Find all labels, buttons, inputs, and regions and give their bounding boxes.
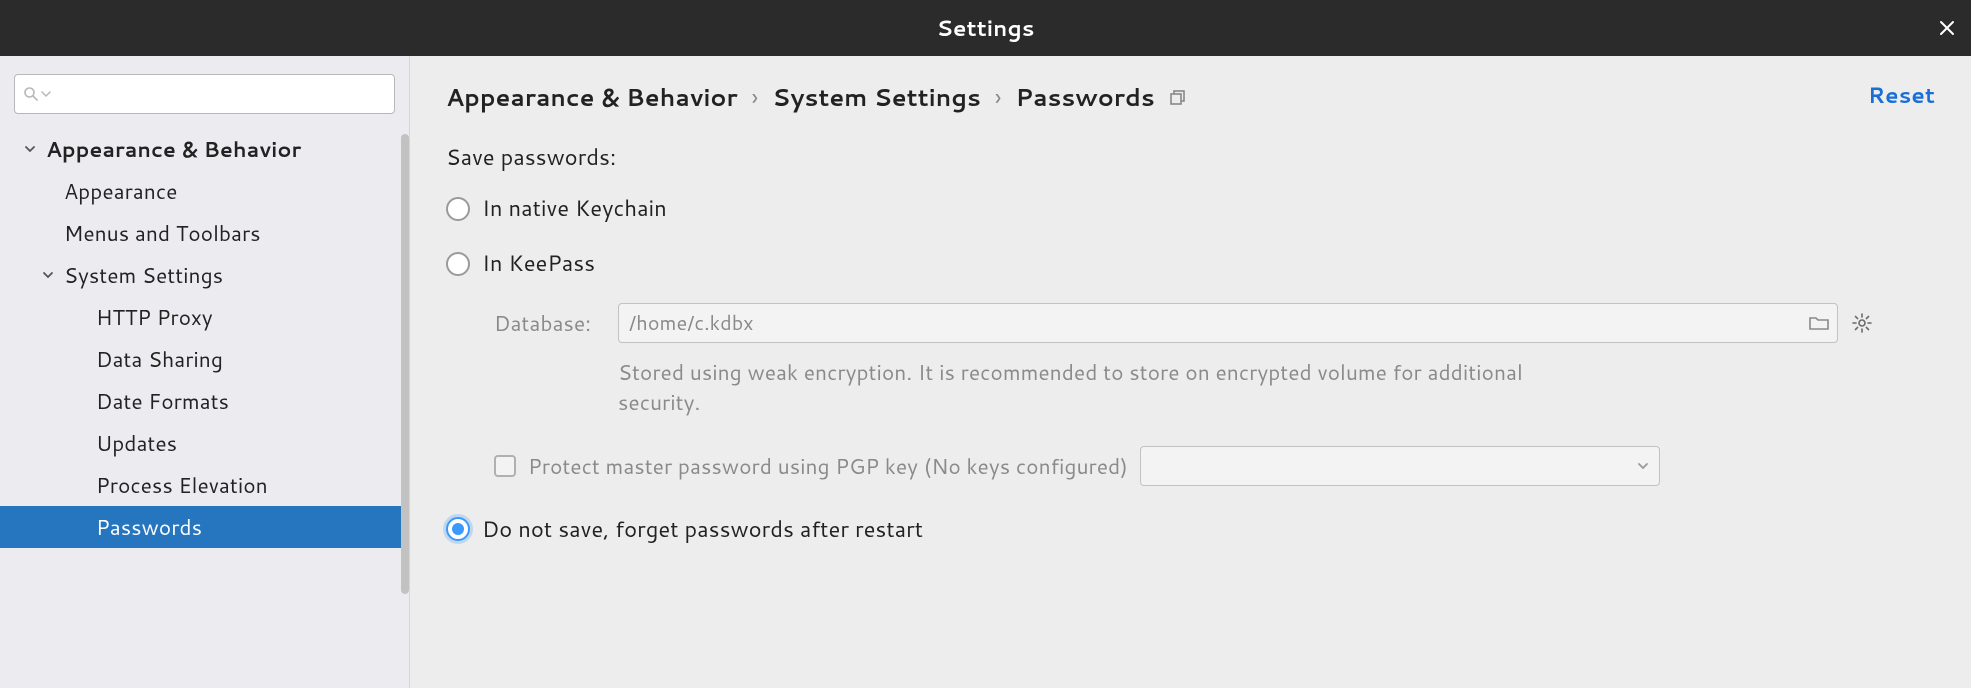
radio-native-keychain[interactable]: In native Keychain bbox=[446, 193, 1935, 224]
close-icon[interactable] bbox=[1939, 20, 1955, 36]
database-row: Database: /home/c.kdbx bbox=[494, 303, 1935, 343]
folder-icon[interactable] bbox=[1809, 315, 1829, 331]
encryption-hint: Stored using weak encryption. It is reco… bbox=[618, 357, 1538, 418]
tree-item-menus-toolbars[interactable]: Menus and Toolbars bbox=[0, 212, 409, 254]
protect-pgp-row: Protect master password using PGP key (N… bbox=[494, 446, 1935, 486]
tree-item-label: Menus and Toolbars bbox=[64, 218, 261, 248]
radio-label: In KeePass bbox=[482, 248, 595, 279]
tree-item-label: Date Formats bbox=[96, 386, 229, 416]
keepass-settings: Database: /home/c.kdbx Stored using weak… bbox=[494, 303, 1935, 486]
breadcrumb-item[interactable]: Passwords bbox=[1015, 80, 1154, 114]
breadcrumb-separator-icon: › bbox=[752, 80, 759, 114]
radio-label: Do not save, forget passwords after rest… bbox=[482, 514, 923, 545]
tree-item-data-sharing[interactable]: Data Sharing bbox=[0, 338, 409, 380]
tree-item-process-elevation[interactable]: Process Elevation bbox=[0, 464, 409, 506]
settings-tree: Appearance & Behavior Appearance Menus a… bbox=[0, 128, 409, 688]
search-wrap bbox=[0, 66, 409, 128]
search-input[interactable] bbox=[14, 74, 395, 114]
radio-icon bbox=[446, 517, 470, 541]
tree-item-passwords[interactable]: Passwords bbox=[0, 506, 409, 548]
tree-item-updates[interactable]: Updates bbox=[0, 422, 409, 464]
window-title: Settings bbox=[937, 13, 1035, 44]
radio-label: In native Keychain bbox=[482, 193, 667, 224]
tree-item-label: Appearance & Behavior bbox=[46, 134, 301, 164]
scrollbar[interactable] bbox=[401, 134, 409, 594]
breadcrumb: Appearance & Behavior › System Settings … bbox=[446, 80, 1935, 114]
radio-icon bbox=[446, 252, 470, 276]
database-label: Database: bbox=[494, 308, 604, 338]
database-value: /home/c.kdbx bbox=[629, 309, 754, 337]
radio-icon bbox=[446, 197, 470, 221]
chevron-down-icon bbox=[40, 269, 56, 281]
tree-item-label: HTTP Proxy bbox=[96, 302, 213, 332]
tree-item-http-proxy[interactable]: HTTP Proxy bbox=[0, 296, 409, 338]
protect-pgp-label: Protect master password using PGP key (N… bbox=[528, 451, 1128, 481]
sidebar: Appearance & Behavior Appearance Menus a… bbox=[0, 56, 410, 688]
tree-item-date-formats[interactable]: Date Formats bbox=[0, 380, 409, 422]
reset-button[interactable]: Reset bbox=[1868, 80, 1935, 111]
tree-item-label: Data Sharing bbox=[96, 344, 223, 374]
radio-do-not-save[interactable]: Do not save, forget passwords after rest… bbox=[446, 514, 1935, 545]
tree-item-label: Updates bbox=[96, 428, 177, 458]
breadcrumb-separator-icon: › bbox=[995, 80, 1002, 114]
titlebar: Settings bbox=[0, 0, 1971, 56]
tree-item-system-settings[interactable]: System Settings bbox=[0, 254, 409, 296]
chevron-down-icon bbox=[22, 143, 38, 155]
window-restore-icon[interactable] bbox=[1169, 88, 1187, 106]
content: Reset Appearance & Behavior › System Set… bbox=[410, 56, 1971, 688]
gear-icon[interactable] bbox=[1852, 313, 1872, 333]
window-body: Appearance & Behavior Appearance Menus a… bbox=[0, 56, 1971, 688]
database-field[interactable]: /home/c.kdbx bbox=[618, 303, 1838, 343]
tree-item-label: Appearance bbox=[64, 176, 177, 206]
tree-item-label: Process Elevation bbox=[96, 470, 268, 500]
chevron-down-icon bbox=[41, 89, 51, 99]
breadcrumb-item[interactable]: Appearance & Behavior bbox=[446, 80, 738, 114]
radio-keepass[interactable]: In KeePass bbox=[446, 248, 1935, 279]
save-passwords-label: Save passwords: bbox=[446, 142, 1935, 173]
tree-item-appearance[interactable]: Appearance bbox=[0, 170, 409, 212]
search-icon bbox=[23, 86, 39, 102]
chevron-down-icon bbox=[1637, 460, 1649, 472]
breadcrumb-item[interactable]: System Settings bbox=[772, 80, 981, 114]
checkbox-icon[interactable] bbox=[494, 455, 516, 477]
pgp-key-select[interactable] bbox=[1140, 446, 1660, 486]
tree-item-label: Passwords bbox=[96, 512, 202, 542]
tree-item-label: System Settings bbox=[64, 260, 223, 290]
tree-item-appearance-behavior[interactable]: Appearance & Behavior bbox=[0, 128, 409, 170]
